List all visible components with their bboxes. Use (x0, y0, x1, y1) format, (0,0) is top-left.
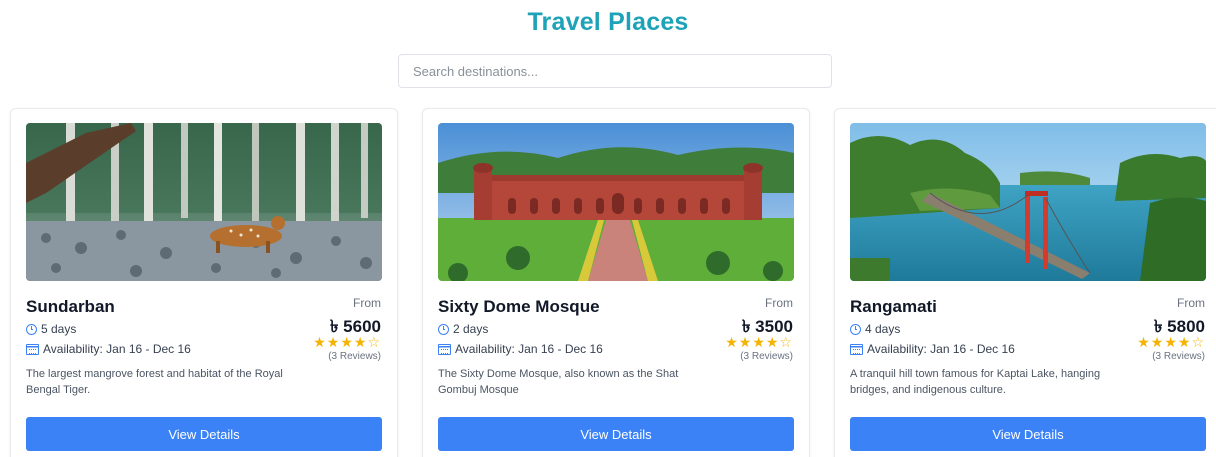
view-details-button[interactable]: View Details (438, 417, 794, 451)
availability-row: Availability: Jan 16 - Dec 16 (26, 342, 191, 356)
reviews-count: (3 Reviews) (740, 351, 793, 362)
star-empty-icon: ☆ (779, 334, 793, 350)
clock-icon (850, 323, 861, 335)
card-description: The largest mangrove forest and habitat … (26, 368, 283, 396)
reviews-count: (3 Reviews) (1152, 351, 1205, 362)
star-icon: ★★★★ (1137, 334, 1192, 350)
destination-card-sixty-dome-mosque: Sixty Dome Mosque From ৳ 3500 ★★★★☆ (3 R… (422, 108, 810, 457)
card-description: A tranquil hill town famous for Kaptai L… (850, 368, 1101, 396)
destination-image-sundarban[interactable] (26, 123, 382, 281)
star-icon: ★★★★ (725, 334, 780, 350)
star-empty-icon: ☆ (1191, 334, 1205, 350)
card-title: Sundarban (26, 297, 115, 316)
rating-stars: ★★★★☆ (313, 334, 381, 351)
card-description: The Sixty Dome Mosque, also known as the… (438, 368, 679, 396)
view-details-button[interactable]: View Details (850, 417, 1206, 451)
star-icon: ★★★★ (313, 334, 368, 350)
destination-card-sundarban: Sundarban From ৳ 5600 ★★★★☆ (3 Reviews) … (10, 108, 398, 457)
from-label: From (353, 296, 381, 310)
search-input[interactable] (398, 54, 832, 88)
duration-text: 4 days (865, 322, 901, 336)
star-empty-icon: ☆ (367, 334, 381, 350)
duration-row: 2 days (438, 322, 488, 336)
rating-stars: ★★★★☆ (725, 334, 793, 351)
clock-icon (438, 323, 449, 335)
duration-text: 5 days (41, 322, 77, 336)
reviews-count: (3 Reviews) (328, 351, 381, 362)
rating-stars: ★★★★☆ (1137, 334, 1205, 351)
calendar-icon (438, 343, 451, 355)
duration-row: 4 days (850, 322, 900, 336)
clock-icon (26, 323, 37, 335)
destination-image-sixty-dome-mosque[interactable] (438, 123, 794, 281)
availability-text: Availability: Jan 16 - Dec 16 (867, 342, 1015, 356)
availability-text: Availability: Jan 16 - Dec 16 (43, 342, 191, 356)
destination-card-rangamati: Rangamati From ৳ 5800 ★★★★☆ (3 Reviews) … (834, 108, 1216, 457)
calendar-icon (26, 343, 39, 355)
card-title: Sixty Dome Mosque (438, 297, 600, 316)
calendar-icon (850, 343, 863, 355)
availability-row: Availability: Jan 16 - Dec 16 (438, 342, 603, 356)
from-label: From (1177, 296, 1205, 310)
view-details-button[interactable]: View Details (26, 417, 382, 451)
destination-image-rangamati[interactable] (850, 123, 1206, 281)
page-title: Travel Places (527, 8, 689, 36)
availability-text: Availability: Jan 16 - Dec 16 (455, 342, 603, 356)
duration-text: 2 days (453, 322, 489, 336)
card-title: Rangamati (850, 297, 937, 316)
availability-row: Availability: Jan 16 - Dec 16 (850, 342, 1015, 356)
from-label: From (765, 296, 793, 310)
duration-row: 5 days (26, 322, 76, 336)
